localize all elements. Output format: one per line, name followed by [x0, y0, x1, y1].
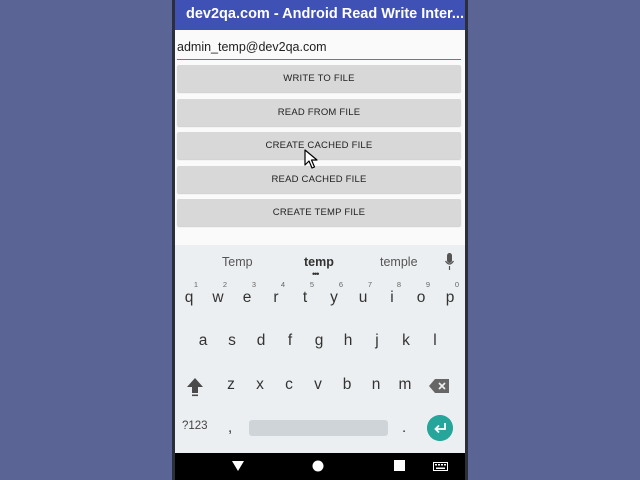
- key-z[interactable]: z: [217, 370, 245, 400]
- key-label: o: [416, 289, 426, 306]
- suggestion-left[interactable]: Temp: [222, 255, 253, 269]
- suggestion-strip: Temp temp ••• temple: [172, 245, 468, 279]
- key-m[interactable]: m: [391, 370, 419, 400]
- key-s[interactable]: s: [218, 326, 246, 356]
- mouse-pointer-icon: [304, 149, 318, 169]
- mic-icon[interactable]: [445, 253, 454, 271]
- email-field[interactable]: admin_temp@dev2qa.com: [177, 38, 461, 60]
- key-hint: 9: [425, 280, 430, 289]
- write-to-file-button[interactable]: WRITE TO FILE: [177, 65, 461, 92]
- key-label: p: [445, 289, 455, 306]
- comma-key[interactable]: ,: [228, 419, 232, 436]
- key-hint: 7: [367, 280, 372, 289]
- read-from-file-button[interactable]: READ FROM FILE: [177, 99, 461, 126]
- keyboard-icon[interactable]: [433, 462, 448, 471]
- key-l[interactable]: l: [421, 326, 449, 356]
- key-label: i: [390, 289, 394, 306]
- key-o[interactable]: o9: [407, 280, 435, 313]
- key-d[interactable]: d: [247, 326, 275, 356]
- soft-keyboard: Temp temp ••• temple q1w2e3r4t5y6u7i8o9p…: [172, 245, 468, 453]
- key-hint: 3: [251, 280, 256, 289]
- key-label: t: [302, 289, 308, 306]
- key-y[interactable]: y6: [320, 280, 348, 313]
- period-key[interactable]: .: [402, 419, 406, 436]
- recents-square-icon[interactable]: [394, 460, 405, 471]
- backspace-icon[interactable]: [428, 377, 450, 395]
- key-v[interactable]: v: [304, 370, 332, 400]
- key-u[interactable]: u7: [349, 280, 377, 313]
- key-n[interactable]: n: [362, 370, 390, 400]
- key-hint: 5: [309, 280, 314, 289]
- key-label: w: [212, 289, 224, 306]
- device-bezel-right: [465, 0, 468, 480]
- space-bar[interactable]: [249, 420, 388, 436]
- key-f[interactable]: f: [276, 326, 304, 356]
- create-temp-file-button[interactable]: CREATE TEMP FILE: [177, 199, 461, 226]
- create-cached-file-button[interactable]: CREATE CACHED FILE: [177, 132, 461, 159]
- key-hint: 4: [280, 280, 285, 289]
- app-title: dev2qa.com - Android Read Write Inter...: [172, 0, 468, 30]
- key-g[interactable]: g: [305, 326, 333, 356]
- suggestion-center[interactable]: temp: [304, 255, 334, 269]
- suggestion-right[interactable]: temple: [380, 255, 418, 269]
- key-label: r: [273, 289, 279, 306]
- more-suggestions-icon[interactable]: •••: [312, 269, 320, 279]
- shift-icon[interactable]: [184, 375, 206, 397]
- key-label: y: [330, 289, 338, 306]
- key-t[interactable]: t5: [291, 280, 319, 313]
- symbols-key[interactable]: ?123: [182, 420, 208, 432]
- key-a[interactable]: a: [189, 326, 217, 356]
- key-label: q: [184, 289, 194, 306]
- key-b[interactable]: b: [333, 370, 361, 400]
- home-circle-icon[interactable]: [312, 460, 324, 472]
- key-r[interactable]: r4: [262, 280, 290, 313]
- key-hint: 6: [338, 280, 343, 289]
- key-e[interactable]: e3: [233, 280, 261, 313]
- key-x[interactable]: x: [246, 370, 274, 400]
- key-hint: 8: [396, 280, 401, 289]
- main-content: admin_temp@dev2qa.com WRITE TO FILE READ…: [172, 30, 468, 245]
- back-triangle-icon[interactable]: [231, 460, 245, 472]
- phone-screen: dev2qa.com - Android Read Write Inter...…: [172, 0, 468, 480]
- key-q[interactable]: q1: [175, 280, 203, 313]
- key-hint: 0: [454, 280, 459, 289]
- device-bezel-left: [172, 0, 175, 480]
- enter-icon[interactable]: [427, 415, 453, 441]
- key-h[interactable]: h: [334, 326, 362, 356]
- key-k[interactable]: k: [392, 326, 420, 356]
- key-hint: 1: [193, 280, 198, 289]
- key-hint: 2: [222, 280, 227, 289]
- key-c[interactable]: c: [275, 370, 303, 400]
- key-w[interactable]: w2: [204, 280, 232, 313]
- key-label: u: [358, 289, 368, 306]
- read-cached-file-button[interactable]: READ CACHED FILE: [177, 166, 461, 193]
- key-label: e: [242, 289, 252, 306]
- key-p[interactable]: p0: [436, 280, 464, 313]
- navigation-bar: [172, 453, 468, 480]
- key-j[interactable]: j: [363, 326, 391, 356]
- key-i[interactable]: i8: [378, 280, 406, 313]
